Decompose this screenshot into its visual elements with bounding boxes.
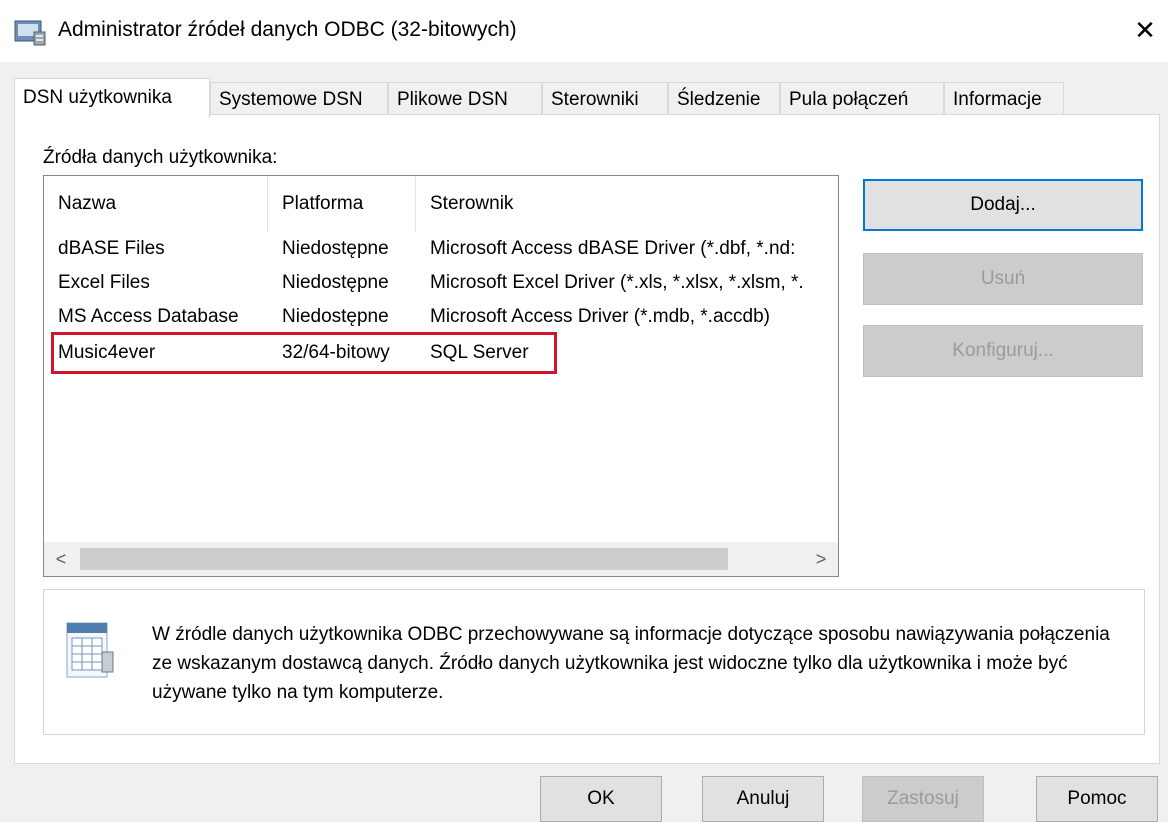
cell-platform: 32/64-bitowy xyxy=(282,342,390,363)
scrollbar-thumb[interactable] xyxy=(80,548,728,570)
tab-file-dsn[interactable]: Plikowe DSN xyxy=(388,82,542,116)
cell-platform: Niedostępne xyxy=(282,238,389,259)
cell-driver: Microsoft Excel Driver (*.xls, *.xlsx, *… xyxy=(430,272,804,293)
info-text: W źródle danych użytkownika ODBC przecho… xyxy=(152,624,1110,703)
tab-connection-pooling[interactable]: Pula połączeń xyxy=(780,82,944,116)
list-item[interactable]: MS Access Database Niedostępne Microsoft… xyxy=(44,300,838,334)
column-header-driver[interactable]: Sterownik xyxy=(416,176,838,232)
scroll-left-icon[interactable]: < xyxy=(44,542,78,576)
close-icon: ✕ xyxy=(1134,15,1156,45)
apply-button[interactable]: Zastosuj xyxy=(862,776,984,822)
odbc-app-icon xyxy=(14,20,46,46)
add-button[interactable]: Dodaj... xyxy=(863,179,1143,231)
cell-driver: Microsoft Access Driver (*.mdb, *.accdb) xyxy=(430,306,770,327)
data-sources-list[interactable]: Nazwa Platforma Sterownik dBASE Files Ni… xyxy=(43,175,839,577)
data-source-icon xyxy=(66,622,114,678)
list-item[interactable]: dBASE Files Niedostępne Microsoft Access… xyxy=(44,232,838,266)
user-dsn-panel: Źródła danych użytkownika: Nazwa Platfor… xyxy=(14,114,1160,764)
title-bar: Administrator źródeł danych ODBC (32-bit… xyxy=(0,0,1168,62)
help-button[interactable]: Pomoc xyxy=(1036,776,1158,822)
tab-system-dsn[interactable]: Systemowe DSN xyxy=(210,82,388,116)
tab-drivers[interactable]: Sterowniki xyxy=(542,82,668,116)
list-item[interactable]: Music4ever 32/64-bitowy SQL Server xyxy=(44,336,838,370)
info-box: W źródle danych użytkownika ODBC przecho… xyxy=(43,589,1145,735)
ok-button[interactable]: OK xyxy=(540,776,662,822)
cell-name: dBASE Files xyxy=(58,238,165,259)
close-button[interactable]: ✕ xyxy=(1122,10,1168,50)
window-title: Administrator źródeł danych ODBC (32-bit… xyxy=(58,18,517,41)
cell-driver: SQL Server xyxy=(430,342,529,363)
remove-button[interactable]: Usuń xyxy=(863,253,1143,305)
cell-name: Music4ever xyxy=(58,342,156,363)
cell-platform: Niedostępne xyxy=(282,306,389,327)
configure-button[interactable]: Konfiguruj... xyxy=(863,325,1143,377)
cell-platform: Niedostępne xyxy=(282,272,389,293)
column-header-name[interactable]: Nazwa xyxy=(44,176,268,232)
cancel-button[interactable]: Anuluj xyxy=(702,776,824,822)
data-sources-label: Źródła danych użytkownika: xyxy=(43,147,278,168)
column-header-platform[interactable]: Platforma xyxy=(268,176,416,232)
tab-user-dsn[interactable]: DSN użytkownika xyxy=(14,78,210,118)
cell-driver: Microsoft Access dBASE Driver (*.dbf, *.… xyxy=(430,238,796,259)
tab-about[interactable]: Informacje xyxy=(944,82,1064,116)
scroll-right-icon[interactable]: > xyxy=(804,542,838,576)
horizontal-scrollbar[interactable]: < > xyxy=(44,542,838,576)
list-item[interactable]: Excel Files Niedostępne Microsoft Excel … xyxy=(44,266,838,300)
tab-tracing[interactable]: Śledzenie xyxy=(668,82,780,116)
cell-name: Excel Files xyxy=(58,272,150,293)
cell-name: MS Access Database xyxy=(58,306,239,327)
